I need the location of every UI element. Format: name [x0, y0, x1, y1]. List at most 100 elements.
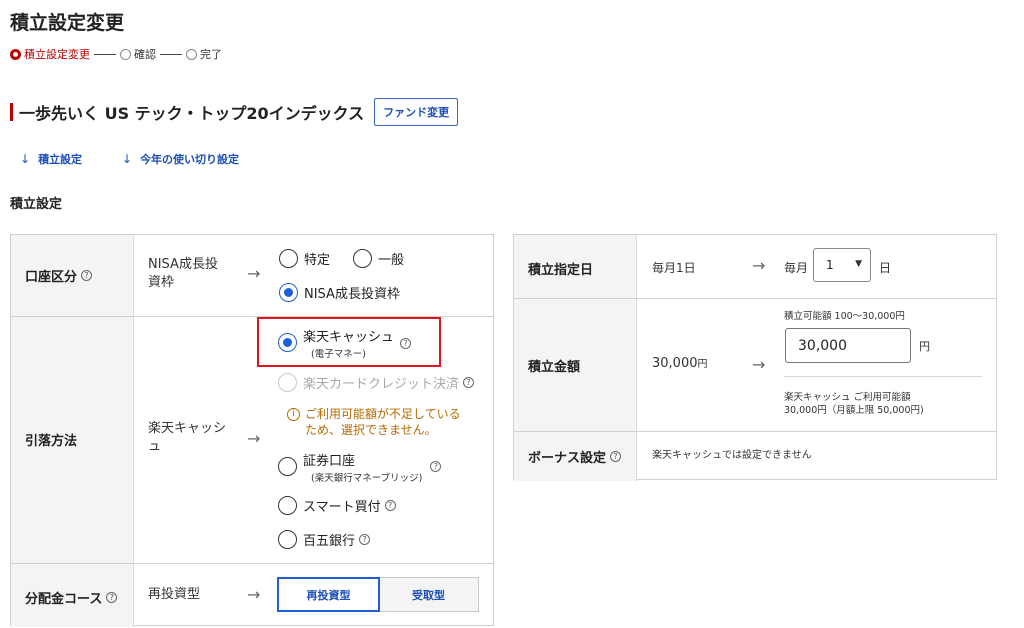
available-balance-note: 楽天キャッシュ ご利用可能額 30,000円（月額上限 50,000円)	[784, 391, 924, 417]
account-type-current: NISA成長投 資枠	[148, 256, 218, 292]
radio-label: 楽天カードクレジット決済	[303, 377, 460, 392]
help-icon[interactable]: ?	[610, 451, 622, 462]
radio-label: NISA成長投資枠	[304, 287, 400, 302]
account-type-label-text: 口座区分	[25, 270, 78, 285]
radio-label-group: 証券口座 (楽天銀行マネーブリッジ)	[303, 450, 422, 484]
radio-button-icon	[353, 249, 372, 268]
help-icon[interactable]: ?	[384, 500, 396, 511]
section-title: 積立設定	[10, 197, 63, 212]
radio-tokutei[interactable]: 特定	[279, 249, 330, 268]
accent-bar	[10, 103, 13, 121]
radio-button-icon	[279, 249, 298, 268]
account-type-row: 口座区分 ? NISA成長投 資枠 → 特定 一般 NISA成長投資枠	[11, 235, 493, 317]
current-amount-value: 30,000	[652, 356, 698, 371]
anchor-link-tsukaikiri[interactable]: ↓ 今年の使い切り設定	[122, 151, 239, 167]
fund-header: 一歩先いく US テック・トップ20インデックス ファンド変更	[10, 98, 459, 126]
contribution-day-select[interactable]: 1 ▼	[813, 248, 871, 282]
row-header: 引落方法	[11, 317, 134, 563]
settings-card-right: 積立指定日 毎月1日 → 毎月 日 積立金額 30,000円 → 円 ボーナス設…	[513, 234, 997, 481]
row-header: 分配金コース ?	[11, 564, 134, 627]
anchor-link-label: 今年の使い切り設定	[140, 153, 240, 166]
step-connector	[160, 53, 182, 55]
current-line: 資枠	[148, 275, 175, 290]
chevron-down-icon: ▼	[855, 259, 862, 269]
info-icon: i	[287, 408, 300, 421]
radio-rakuten-card-credit[interactable]: 楽天カードクレジット決済 ?	[278, 373, 475, 392]
bonus-setting-text: 楽天キャッシュでは設定できません	[652, 450, 812, 461]
current-line: ュ	[148, 439, 162, 454]
distribution-toggle: 再投資型 受取型	[277, 577, 479, 612]
page-title: 積立設定変更	[10, 12, 125, 34]
current-amount-unit: 円	[697, 359, 708, 370]
distribution-course-label-text: 分配金コース	[25, 592, 103, 607]
radio-button-icon	[278, 457, 297, 476]
select-value: 1	[826, 258, 834, 272]
arrow-right-icon: →	[247, 585, 261, 604]
step-connector	[94, 53, 116, 55]
selection-highlight-box	[257, 317, 441, 367]
distribution-current: 再投資型	[148, 587, 201, 602]
help-icon[interactable]: ?	[106, 592, 118, 603]
step-icon	[186, 48, 197, 60]
insufficient-funds-notice: i ご利用可能額が不足している ため、選択できません。	[287, 406, 461, 438]
current-line: NISA成長投	[148, 257, 218, 272]
anchor-link-tsumitate[interactable]: ↓ 積立設定	[20, 151, 82, 167]
radio-button-icon	[278, 496, 297, 515]
date-prefix: 毎月	[784, 261, 809, 275]
step-label-complete: 完了	[200, 48, 222, 61]
radio-button-icon	[278, 530, 297, 549]
arrow-right-icon: →	[752, 355, 766, 374]
available-line: 楽天キャッシュ ご利用可能額	[784, 392, 911, 403]
amount-unit: 円	[919, 340, 930, 353]
step-icon	[120, 48, 131, 60]
bonus-setting-row: ボーナス設定 ? 楽天キャッシュでは設定できません	[514, 432, 996, 481]
bonus-setting-label: ボーナス設定 ?	[528, 447, 622, 466]
radio-label: スマート買付	[303, 500, 381, 515]
progress-stepper: 積立設定変更 確認 完了	[10, 46, 222, 62]
radio-ippan[interactable]: 一般	[353, 249, 404, 268]
radio-securities-account[interactable]: 証券口座 (楽天銀行マネーブリッジ) ?	[278, 450, 442, 484]
option-reinvest[interactable]: 再投資型	[277, 577, 380, 612]
bonus-setting-label-text: ボーナス設定	[528, 451, 607, 466]
contribution-amount-label: 積立金額	[528, 360, 581, 375]
arrow-right-icon: →	[752, 256, 766, 275]
payment-method-label: 引落方法	[25, 434, 78, 449]
radio-label: 一般	[378, 253, 405, 268]
help-icon[interactable]: ?	[430, 461, 442, 472]
radio-label: 特定	[304, 253, 331, 268]
radio-selected-icon	[279, 283, 298, 302]
help-icon[interactable]: ?	[81, 270, 93, 281]
row-header: 積立金額	[514, 299, 637, 431]
step-current-icon	[10, 48, 21, 60]
change-fund-button[interactable]: ファンド変更	[374, 98, 459, 126]
radio-sublabel: (楽天銀行マネーブリッジ)	[311, 473, 423, 484]
row-header: ボーナス設定 ?	[514, 432, 637, 481]
arrow-down-icon: ↓	[122, 152, 133, 166]
radio-nisa-growth[interactable]: NISA成長投資枠	[279, 283, 400, 302]
radio-smart-buy[interactable]: スマート買付 ?	[278, 496, 396, 515]
anchor-link-label: 積立設定	[38, 153, 83, 166]
notice-line: ご利用可能額が不足している	[305, 407, 461, 421]
radio-hyakugo-bank[interactable]: 百五銀行 ?	[278, 530, 371, 549]
fund-name: 一歩先いく US テック・トップ20インデックス	[19, 104, 365, 123]
date-suffix: 日	[879, 261, 892, 275]
contribution-date-row: 積立指定日 毎月1日 → 毎月 日	[514, 235, 996, 299]
arrow-down-icon: ↓	[20, 152, 31, 166]
divider	[784, 376, 982, 377]
contribution-amount-input[interactable]: 30,000	[785, 328, 911, 363]
help-icon[interactable]: ?	[359, 534, 371, 545]
contribution-amount-current: 30,000円	[652, 355, 708, 374]
contribution-date-current: 毎月1日	[652, 261, 696, 275]
radio-label: 百五銀行	[303, 534, 356, 549]
notice-text: ご利用可能額が不足している ため、選択できません。	[305, 406, 461, 438]
arrow-right-icon: →	[247, 429, 261, 448]
current-line: 楽天キャッシ	[148, 421, 227, 436]
contribution-date-label: 積立指定日	[528, 263, 594, 278]
step-label-edit: 積立設定変更	[24, 48, 90, 61]
payment-method-current: 楽天キャッシ ュ	[148, 420, 226, 456]
notice-line: ため、選択できません。	[305, 423, 437, 437]
row-header: 積立指定日	[514, 235, 637, 298]
amount-range-note: 積立可能額 100〜30,000円	[784, 311, 905, 322]
option-receive[interactable]: 受取型	[379, 578, 478, 611]
help-icon[interactable]: ?	[463, 377, 475, 388]
